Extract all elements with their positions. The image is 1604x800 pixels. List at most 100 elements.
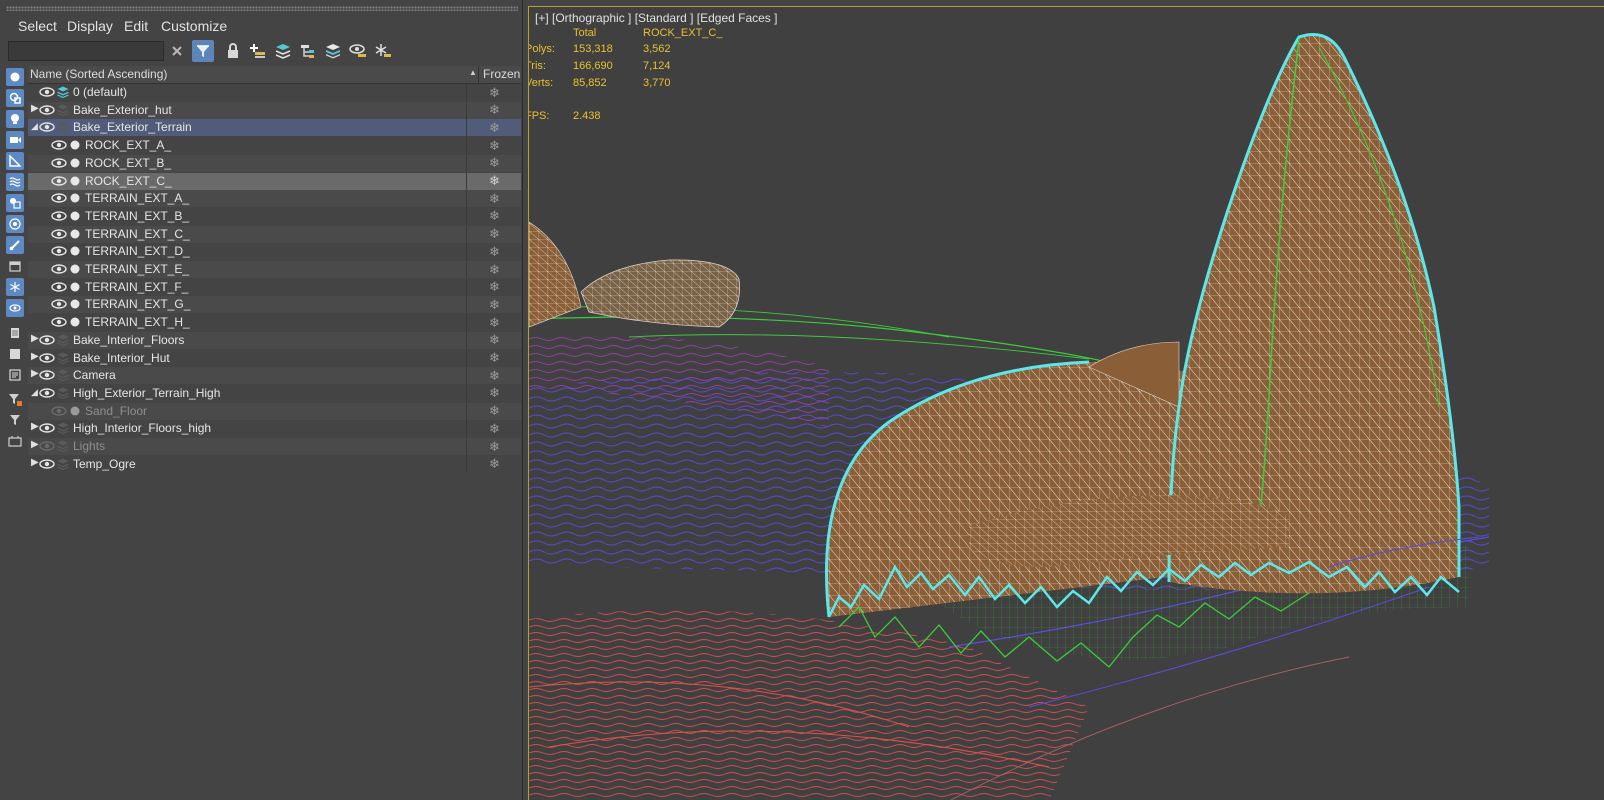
list-item[interactable]: ▶ Bake_Interior_Hut ❄ bbox=[28, 349, 521, 367]
lock-icon[interactable] bbox=[222, 40, 244, 62]
display-helpers-icon[interactable] bbox=[6, 152, 24, 170]
collapse-toggle-icon[interactable]: ◢ bbox=[31, 387, 38, 398]
visibility-eye-icon[interactable] bbox=[51, 140, 67, 150]
freeze-layer-icon[interactable] bbox=[372, 40, 394, 62]
filter-icon[interactable] bbox=[192, 40, 214, 62]
freeze-snowflake-icon[interactable]: ❄ bbox=[466, 225, 522, 243]
name-column-header[interactable]: Name (Sorted Ascending) bbox=[30, 67, 167, 81]
freeze-snowflake-icon[interactable]: ❄ bbox=[466, 331, 522, 349]
visibility-eye-icon[interactable] bbox=[51, 228, 67, 239]
menu-edit[interactable]: Edit bbox=[124, 18, 148, 34]
display-spacewarps-icon[interactable] bbox=[6, 173, 24, 191]
visibility-eye-icon[interactable] bbox=[39, 122, 55, 133]
list-item[interactable]: ▶ Bake_Interior_Floors ❄ bbox=[28, 331, 522, 349]
visibility-eye-icon[interactable] bbox=[51, 193, 67, 203]
freeze-snowflake-icon[interactable]: ❄ bbox=[466, 261, 522, 278]
visibility-eye-icon[interactable] bbox=[39, 370, 55, 380]
list-item[interactable]: ROCK_EXT_B_ ❄ bbox=[28, 154, 522, 172]
filter-options-icon[interactable] bbox=[6, 390, 24, 408]
display-hidden-icon[interactable] bbox=[6, 299, 24, 317]
frozen-column-header[interactable]: Frozen bbox=[478, 66, 521, 83]
visibility-eye-icon[interactable] bbox=[39, 352, 55, 363]
freeze-snowflake-icon[interactable]: ❄ bbox=[466, 384, 522, 402]
list-item[interactable]: TERRAIN_EXT_A_ ❄ bbox=[28, 190, 521, 208]
display-none-icon[interactable] bbox=[6, 345, 24, 363]
list-item[interactable]: ◢ Bake_Exterior_Terrain ❄ bbox=[28, 119, 522, 137]
freeze-snowflake-icon[interactable]: ❄ bbox=[466, 438, 522, 455]
freeze-snowflake-icon[interactable]: ❄ bbox=[466, 207, 522, 225]
filter-icon[interactable] bbox=[6, 411, 24, 429]
expand-toggle-icon[interactable]: ▶ bbox=[31, 351, 39, 362]
layers-icon[interactable] bbox=[322, 40, 344, 62]
freeze-snowflake-icon[interactable]: ❄ bbox=[466, 296, 522, 314]
menu-customize[interactable]: Customize bbox=[161, 18, 227, 34]
visibility-eye-icon[interactable] bbox=[51, 405, 67, 416]
visibility-eye-icon[interactable] bbox=[39, 441, 55, 451]
list-item[interactable]: ▶ Temp_Ogre ❄ bbox=[28, 455, 522, 473]
list-item[interactable]: ROCK_EXT_C_ ❄ bbox=[28, 172, 522, 190]
display-groups-icon[interactable] bbox=[6, 194, 24, 212]
visibility-eye-icon[interactable] bbox=[39, 335, 55, 345]
display-containers-icon[interactable] bbox=[6, 257, 24, 275]
freeze-snowflake-icon[interactable]: ❄ bbox=[466, 243, 522, 261]
visibility-eye-icon[interactable] bbox=[51, 317, 67, 327]
invert-display-icon[interactable] bbox=[6, 366, 24, 384]
freeze-snowflake-icon[interactable]: ❄ bbox=[466, 84, 522, 101]
visibility-eye-icon[interactable] bbox=[39, 388, 55, 398]
list-item[interactable]: ◢ High_Exterior_Terrain_High ❄ bbox=[28, 384, 522, 402]
list-item[interactable]: ▶ Lights ❄ bbox=[28, 438, 521, 455]
display-xrefs-icon[interactable] bbox=[6, 215, 24, 233]
list-item[interactable]: TERRAIN_EXT_G_ ❄ bbox=[28, 296, 522, 314]
search-input[interactable] bbox=[8, 41, 164, 61]
freeze-snowflake-icon[interactable]: ❄ bbox=[466, 314, 522, 332]
local-scene-icon[interactable] bbox=[6, 432, 24, 450]
freeze-snowflake-icon[interactable]: ❄ bbox=[466, 154, 522, 172]
expand-toggle-icon[interactable]: ▶ bbox=[31, 421, 39, 432]
display-frozen-icon[interactable] bbox=[6, 278, 24, 296]
list-item[interactable]: TERRAIN_EXT_E_ ❄ bbox=[28, 261, 521, 278]
display-bones-icon[interactable] bbox=[6, 236, 24, 254]
list-item[interactable]: TERRAIN_EXT_C_ ❄ bbox=[28, 225, 522, 243]
freeze-snowflake-icon[interactable]: ❄ bbox=[466, 367, 522, 385]
visibility-eye-icon[interactable] bbox=[39, 87, 55, 97]
visibility-eye-icon[interactable] bbox=[51, 264, 67, 274]
expand-toggle-icon[interactable]: ▶ bbox=[31, 368, 39, 379]
visibility-eye-icon[interactable] bbox=[51, 158, 67, 168]
display-geometry-icon[interactable] bbox=[6, 68, 24, 86]
visibility-eye-icon[interactable] bbox=[51, 246, 67, 256]
freeze-snowflake-icon[interactable]: ❄ bbox=[466, 137, 522, 155]
visibility-eye-icon[interactable] bbox=[51, 175, 67, 186]
visibility-layer-icon[interactable] bbox=[347, 40, 369, 62]
expand-toggle-icon[interactable]: ▶ bbox=[31, 103, 39, 114]
list-item[interactable]: 0 (default) ❄ bbox=[28, 84, 521, 101]
panel-drag-handle[interactable] bbox=[6, 6, 518, 11]
freeze-snowflake-icon[interactable]: ❄ bbox=[466, 455, 522, 473]
freeze-snowflake-icon[interactable]: ❄ bbox=[466, 101, 522, 119]
visibility-eye-icon[interactable] bbox=[51, 299, 67, 310]
visibility-eye-icon[interactable] bbox=[51, 281, 67, 292]
add-layer-icon[interactable] bbox=[247, 40, 269, 62]
expand-toggle-icon[interactable]: ▶ bbox=[31, 333, 39, 344]
list-item[interactable]: TERRAIN_EXT_F_ ❄ bbox=[28, 278, 521, 296]
visibility-eye-icon[interactable] bbox=[39, 104, 55, 115]
list-item[interactable]: TERRAIN_EXT_H_ ❄ bbox=[28, 314, 522, 332]
menu-select[interactable]: Select bbox=[18, 18, 57, 34]
expand-toggle-icon[interactable]: ▶ bbox=[31, 457, 39, 468]
freeze-snowflake-icon[interactable]: ❄ bbox=[466, 172, 522, 190]
list-item[interactable]: Sand_Floor ❄ bbox=[28, 402, 522, 420]
hierarchy-icon[interactable] bbox=[297, 40, 319, 62]
expand-toggle-icon[interactable]: ▶ bbox=[31, 439, 39, 450]
viewport-label-menu[interactable]: [+] [Orthographic ] [Standard ] [Edged F… bbox=[535, 11, 777, 25]
list-item[interactable]: ▶ Bake_Exterior_hut ❄ bbox=[28, 101, 522, 119]
list-item[interactable]: ▶ High_Interior_Floors_high ❄ bbox=[28, 420, 522, 438]
clear-search-icon[interactable] bbox=[166, 40, 188, 62]
list-item[interactable]: TERRAIN_EXT_D_ ❄ bbox=[28, 243, 522, 261]
list-item[interactable]: ROCK_EXT_A_ ❄ bbox=[28, 137, 522, 155]
orthographic-viewport[interactable]: [+] [Orthographic ] [Standard ] [Edged F… bbox=[528, 6, 1604, 800]
collapse-toggle-icon[interactable]: ◢ bbox=[31, 121, 38, 132]
freeze-snowflake-icon[interactable]: ❄ bbox=[466, 420, 522, 438]
layers-stack-icon[interactable] bbox=[272, 40, 294, 62]
freeze-snowflake-icon[interactable]: ❄ bbox=[466, 402, 522, 420]
freeze-snowflake-icon[interactable]: ❄ bbox=[466, 119, 522, 137]
visibility-eye-icon[interactable] bbox=[39, 423, 55, 433]
